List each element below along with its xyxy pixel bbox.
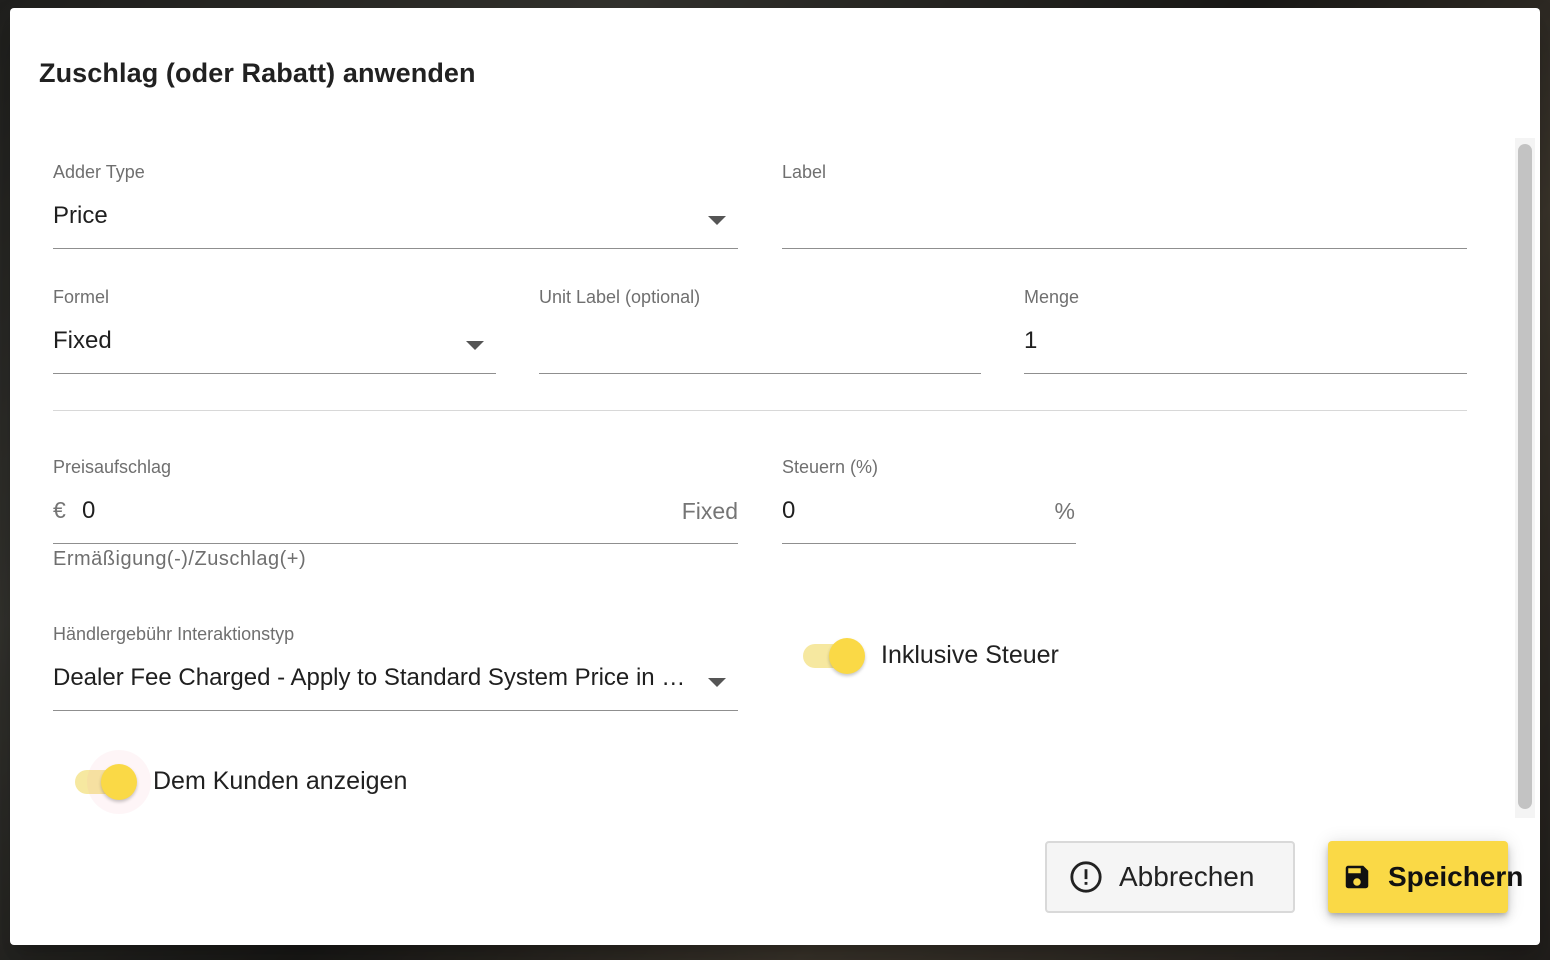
save-button[interactable]: Speichern <box>1328 841 1523 913</box>
content-scrollbar[interactable] <box>1515 138 1535 818</box>
quantity-input[interactable]: 1 <box>1024 313 1467 374</box>
cancel-button[interactable]: Abbrechen <box>1045 841 1295 913</box>
euro-prefix: € <box>53 497 66 523</box>
price-adder-helper: Ermäßigung(-)/Zuschlag(+) <box>53 548 307 570</box>
price-adder-field[interactable]: Preisaufschlag € 0 Fixed <box>53 457 738 545</box>
show-customer-switch[interactable] <box>75 749 151 814</box>
show-customer-label: Dem Kunden anzeigen <box>153 767 408 795</box>
dialog-content: Adder Type Price Label Formel Fixed Unit… <box>10 138 1540 828</box>
section-divider <box>53 410 1467 411</box>
adder-type-value: Price <box>53 202 108 229</box>
formula-select[interactable]: Formel Fixed <box>53 287 496 375</box>
label-field[interactable]: Label <box>782 162 1467 250</box>
apply-adder-dialog: Zuschlag (oder Rabatt) anwenden Adder Ty… <box>10 8 1540 945</box>
dealer-fee-select[interactable]: Händlergebühr Interaktionstyp Dealer Fee… <box>53 624 738 712</box>
arrow-drop-down-icon[interactable] <box>708 678 726 687</box>
quantity-value: 1 <box>1024 327 1038 354</box>
include-tax-switch[interactable] <box>803 637 865 674</box>
include-tax-toggle[interactable]: Inklusive Steuer <box>803 637 1059 674</box>
alert-circle-icon <box>1069 860 1103 894</box>
formula-label: Formel <box>53 287 110 307</box>
percent-suffix: % <box>1054 498 1075 524</box>
save-button-label: Speichern <box>1388 861 1524 892</box>
price-adder-value: 0 <box>82 497 96 524</box>
dealer-fee-value: Dealer Fee Charged - Apply to Standard S… <box>53 664 688 691</box>
show-customer-toggle[interactable]: Dem Kunden anzeigen <box>75 749 408 814</box>
quantity-field[interactable]: Menge 1 <box>1024 287 1467 375</box>
dealer-fee-control[interactable]: Dealer Fee Charged - Apply to Standard S… <box>53 650 738 711</box>
unit-label-label: Unit Label (optional) <box>539 287 701 307</box>
price-adder-label: Preisaufschlag <box>53 457 172 477</box>
show-customer-switch-thumb <box>101 763 137 800</box>
formula-value: Fixed <box>53 327 112 354</box>
floppy-disk-icon <box>1342 862 1372 892</box>
include-tax-switch-thumb <box>829 637 865 674</box>
scrollbar-thumb[interactable] <box>1518 144 1532 809</box>
label-input[interactable] <box>782 188 1467 249</box>
adder-type-control[interactable]: Price <box>53 188 738 249</box>
tax-field[interactable]: Steuern (%) 0 % <box>782 457 1076 545</box>
arrow-drop-down-icon[interactable] <box>466 341 484 350</box>
tax-label: Steuern (%) <box>782 457 879 477</box>
formula-control[interactable]: Fixed <box>53 313 496 374</box>
unit-label-input[interactable] <box>539 313 981 374</box>
adder-type-select[interactable]: Adder Type Price <box>53 162 738 250</box>
unit-label-field[interactable]: Unit Label (optional) <box>539 287 981 375</box>
adder-type-label: Adder Type <box>53 162 145 182</box>
cancel-button-label: Abbrechen <box>1119 861 1255 892</box>
dialog-title: Zuschlag (oder Rabatt) anwenden <box>39 58 476 88</box>
dealer-fee-label: Händlergebühr Interaktionstyp <box>53 624 295 644</box>
price-adder-input[interactable]: € 0 Fixed <box>53 483 738 544</box>
tax-value: 0 <box>782 497 796 524</box>
include-tax-label: Inklusive Steuer <box>881 641 1059 669</box>
label-field-label: Label <box>782 162 827 182</box>
tax-input[interactable]: 0 % <box>782 483 1076 544</box>
price-adder-suffix: Fixed <box>681 498 738 524</box>
quantity-label: Menge <box>1024 287 1080 307</box>
arrow-drop-down-icon[interactable] <box>708 216 726 225</box>
